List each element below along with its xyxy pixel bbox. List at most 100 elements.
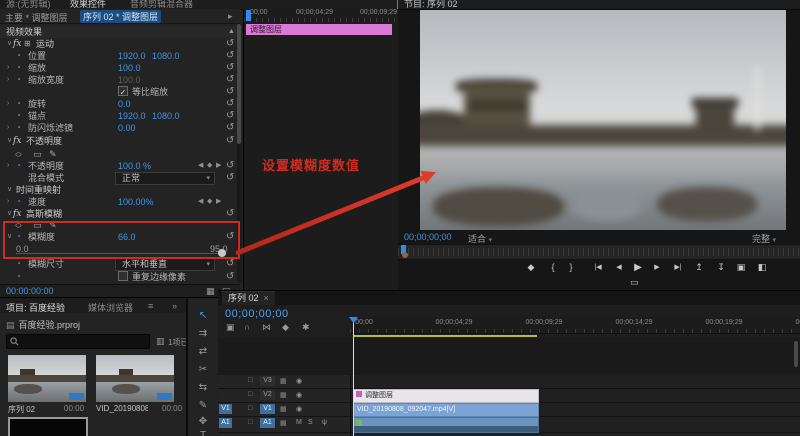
effect-controls-timecode[interactable]: 00:00:00:00 xyxy=(6,286,54,296)
stopwatch-icon[interactable]: ◔ xyxy=(16,110,21,122)
stopwatch-icon[interactable]: ◔ xyxy=(16,160,21,172)
stopwatch-icon[interactable]: ◔ xyxy=(16,196,21,208)
rotation-value[interactable]: 0.0 xyxy=(118,98,131,110)
timeline-sequence-tab[interactable]: 序列 02 × xyxy=(222,291,275,305)
extract-button[interactable]: ↧ xyxy=(714,259,728,276)
work-area-bar[interactable] xyxy=(353,335,537,337)
twirl-icon[interactable]: › xyxy=(7,160,9,172)
stopwatch-icon[interactable]: ◔ xyxy=(16,62,21,74)
fx-icon[interactable]: fx xyxy=(13,135,21,147)
twirl-icon[interactable]: › xyxy=(7,98,9,110)
reset-icon[interactable]: ↺ xyxy=(226,160,234,172)
track-target-a1[interactable]: A1 xyxy=(260,418,275,428)
panel-menu-icon[interactable]: ≡ xyxy=(148,301,153,311)
reset-icon[interactable]: ↺ xyxy=(226,38,234,50)
next-keyframe-icon[interactable]: ▶ xyxy=(216,160,221,172)
step-forward-button[interactable]: ▶ xyxy=(650,259,664,276)
linked-selection-icon[interactable]: ⋈ xyxy=(262,322,271,333)
solo-button[interactable]: S xyxy=(308,419,313,426)
track-badge-icon[interactable]: ▦ xyxy=(280,391,287,399)
lift-button[interactable]: ↥ xyxy=(692,259,706,276)
source-patch-v1[interactable]: V1 xyxy=(219,404,232,414)
mini-ruler[interactable] xyxy=(244,18,398,22)
fit-icon[interactable]: ▦ xyxy=(206,286,215,297)
export-frame-button[interactable]: ▣ xyxy=(734,259,748,276)
program-monitor-video-frame[interactable] xyxy=(420,10,786,230)
clip-adjustment-layer[interactable]: 调整图层 xyxy=(353,389,539,403)
twirl-icon[interactable]: › xyxy=(7,196,9,208)
comparison-view-button[interactable]: ◧ xyxy=(754,259,770,276)
tab-project[interactable]: 项目: 百度经验 xyxy=(6,301,65,314)
hand-tool[interactable]: ✥ xyxy=(188,416,218,427)
step-back-button[interactable]: ◀ xyxy=(612,259,626,276)
more-tabs-icon[interactable]: » xyxy=(172,301,177,311)
timeline-settings-icon[interactable]: ✱ xyxy=(302,322,310,333)
mini-timeline-clip[interactable]: 调整图层 xyxy=(246,24,392,35)
clip-audio[interactable] xyxy=(353,417,539,433)
lock-icon[interactable]: □ xyxy=(248,405,252,412)
reset-icon[interactable]: ↺ xyxy=(226,50,234,62)
uniform-scale-checkbox[interactable]: ✓ xyxy=(118,86,128,97)
reset-icon[interactable]: ↺ xyxy=(226,271,234,283)
razor-tool[interactable]: ✂ xyxy=(188,364,218,375)
stopwatch-icon[interactable]: ◔ xyxy=(16,258,21,270)
mark-out-button[interactable]: } xyxy=(564,259,578,276)
track-badge-icon[interactable]: ▦ xyxy=(280,377,287,385)
pen-tool[interactable]: ✎ xyxy=(188,400,218,411)
blur-dimensions-dropdown[interactable]: 水平和垂直 ▾ xyxy=(115,258,215,271)
stopwatch-icon[interactable]: ◔ xyxy=(16,122,21,134)
antiflicker-value[interactable]: 0.00 xyxy=(118,122,136,134)
opacity-header-label[interactable]: 不透明度 xyxy=(26,135,62,147)
rect-mask-icon[interactable]: ▭ xyxy=(33,148,42,160)
safe-margins-button[interactable]: ▭ xyxy=(630,277,639,288)
project-item-name[interactable]: VID_20190808_092... xyxy=(96,404,148,413)
track-badge-icon[interactable]: ▦ xyxy=(280,419,287,427)
tab-media-browser[interactable]: 媒体浏览器 xyxy=(88,301,133,314)
reset-icon[interactable]: ↺ xyxy=(226,172,234,184)
project-item-thumbnail[interactable] xyxy=(96,355,174,402)
timeline-timecode[interactable]: 00;00;00;00 xyxy=(225,308,289,320)
timeline-scrollbar[interactable] xyxy=(794,341,798,367)
list-view-icon[interactable]: ▥ xyxy=(156,336,165,347)
reset-icon[interactable]: ↺ xyxy=(226,122,234,134)
mic-icon[interactable]: ψ xyxy=(322,419,327,426)
motion-label[interactable]: 运动 xyxy=(36,38,54,50)
add-keyframe-icon[interactable]: ◆ xyxy=(207,160,212,172)
stopwatch-icon[interactable]: ◔ xyxy=(16,98,21,110)
mute-button[interactable]: M xyxy=(296,419,302,426)
timeline-ruler[interactable]: 00;00 00;00;04;29 00;00;09;29 00;00;14;2… xyxy=(350,317,800,334)
program-timecode[interactable]: 00;00;00;00 xyxy=(404,232,452,242)
track-target-v1[interactable]: V1 xyxy=(260,404,275,414)
twirl-icon[interactable]: › xyxy=(7,62,9,74)
project-item-thumbnail[interactable] xyxy=(8,355,86,402)
reset-icon[interactable]: ↺ xyxy=(226,258,234,270)
pen-mask-icon[interactable]: ✎ xyxy=(49,148,57,160)
add-keyframe-icon[interactable]: ◆ xyxy=(207,196,212,208)
repeat-edge-checkbox[interactable] xyxy=(118,271,128,281)
type-tool[interactable]: T xyxy=(188,430,218,436)
search-input[interactable] xyxy=(23,335,147,348)
previous-keyframe-icon[interactable]: ◀ xyxy=(198,196,203,208)
reset-icon[interactable]: ↺ xyxy=(226,110,234,122)
stopwatch-icon[interactable]: ◔ xyxy=(16,271,21,283)
mini-playhead[interactable] xyxy=(246,10,251,21)
speed-value[interactable]: 100.00% xyxy=(118,196,154,208)
track-target-v2[interactable]: V2 xyxy=(260,390,275,400)
lock-icon[interactable]: □ xyxy=(248,391,252,398)
add-marker-button[interactable]: ◆ xyxy=(524,259,538,276)
program-monitor-scrubber[interactable] xyxy=(398,244,800,260)
mark-in-button[interactable]: { xyxy=(546,259,560,276)
reset-icon[interactable]: ↺ xyxy=(226,62,234,74)
stopwatch-icon[interactable]: ◔ xyxy=(16,50,21,62)
source-patch-a1[interactable]: A1 xyxy=(219,418,232,428)
reset-icon[interactable]: ↺ xyxy=(226,98,234,110)
play-button[interactable]: ▶ xyxy=(630,259,646,276)
position-y-value[interactable]: 1080.0 xyxy=(152,50,180,62)
add-marker-icon[interactable]: ◆ xyxy=(282,322,289,333)
twirl-icon[interactable]: › xyxy=(7,122,9,134)
eye-icon[interactable]: ◉ xyxy=(296,377,302,385)
go-to-out-button[interactable]: ▶| xyxy=(670,259,686,276)
twirl-icon[interactable]: ∨ xyxy=(7,184,12,196)
ripple-edit-tool[interactable]: ⇄ xyxy=(188,346,218,357)
fx-icon[interactable]: fx xyxy=(13,38,21,50)
